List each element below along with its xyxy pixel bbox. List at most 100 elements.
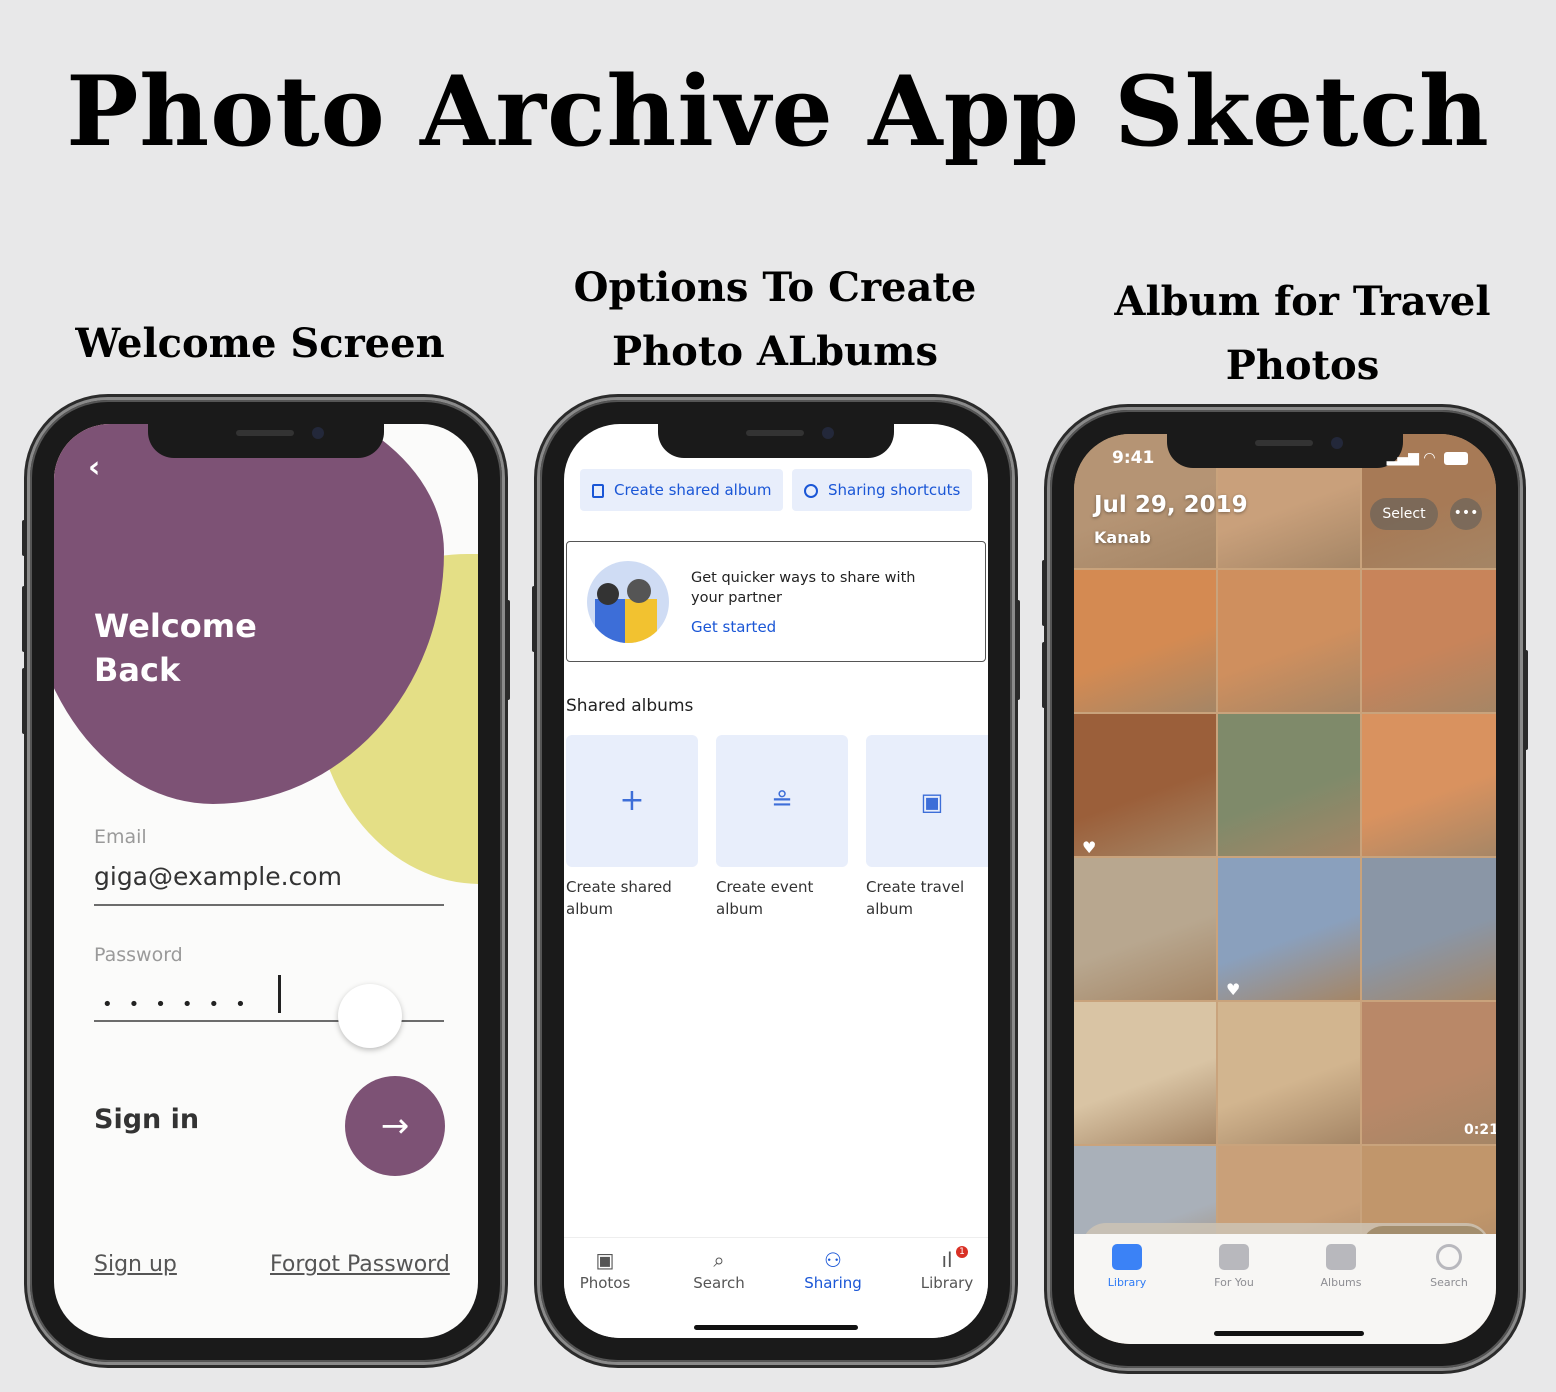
caption-options-line1: Options To Create	[573, 264, 977, 311]
status-icons: ▂▄▆ ◠	[1387, 450, 1468, 466]
search-icon	[1436, 1244, 1462, 1270]
sign-in-arrow-button[interactable]: →	[345, 1076, 445, 1176]
tile-label: Create shared album	[566, 878, 672, 918]
search-icon: ⌕	[713, 1248, 725, 1272]
photo-thumbnail[interactable]	[1074, 858, 1216, 1000]
favorite-heart-icon: ♥	[1082, 838, 1097, 857]
caption-welcome-text: Welcome Screen	[75, 320, 445, 367]
get-started-link[interactable]: Get started	[691, 618, 776, 636]
phone-sharing: Create shared album Sharing shortcuts Ge…	[532, 400, 1020, 1362]
photos-icon	[1112, 1244, 1142, 1270]
create-travel-album-tile[interactable]: ▣	[866, 735, 988, 867]
email-underline	[94, 904, 444, 906]
tab-albums[interactable]: Albums	[1296, 1244, 1386, 1289]
notch	[148, 422, 384, 458]
side-button	[506, 600, 510, 700]
notch	[658, 422, 894, 458]
photo-thumbnail[interactable]	[1218, 858, 1360, 1000]
text-caret	[278, 975, 281, 1013]
notch	[1167, 432, 1403, 468]
photo-thumbnail[interactable]	[1218, 1002, 1360, 1144]
albums-icon	[1326, 1244, 1356, 1270]
email-label: Email	[94, 826, 147, 848]
tab-library[interactable]: Library	[1082, 1244, 1172, 1289]
heart-circle-icon	[804, 483, 818, 498]
chevron-left-icon[interactable]: ‹	[88, 450, 100, 485]
album-icon	[592, 483, 604, 498]
create-shared-album-chip[interactable]: Create shared album	[580, 469, 784, 511]
favorite-heart-icon: ♥	[1226, 980, 1241, 999]
email-field[interactable]: giga@example.com	[94, 862, 342, 891]
tab-label: Library	[1107, 1276, 1147, 1289]
tile-label: Create travel album	[866, 878, 965, 918]
nav-search[interactable]: ⌕ Search	[674, 1246, 764, 1292]
chip-label: Create shared album	[614, 481, 772, 499]
page-title: Photo Archive App Sketch	[66, 55, 1490, 168]
battery-icon	[1444, 451, 1468, 465]
luggage-icon: ▣	[920, 788, 944, 816]
side-button	[1016, 600, 1020, 700]
nav-sharing[interactable]: ⚇ Sharing	[788, 1246, 878, 1292]
caption-travel: Album for Travel Photos	[1080, 270, 1525, 398]
tab-label: Albums	[1320, 1276, 1362, 1289]
tab-label: Search	[1430, 1276, 1468, 1289]
caption-options-line2: Photo ALbums	[612, 328, 938, 375]
create-event-album-tile[interactable]: ≗	[716, 735, 848, 867]
video-duration: 0:21	[1464, 1122, 1496, 1138]
create-shared-album-tile[interactable]: +	[566, 735, 698, 867]
bottom-tab-bar: Library For You Albums Search	[1074, 1234, 1496, 1344]
sign-up-link[interactable]: Sign up	[94, 1252, 177, 1277]
partner-promo-card: Get quicker ways to share with your part…	[566, 541, 986, 662]
tab-search[interactable]: Search	[1404, 1244, 1494, 1289]
side-button	[1042, 560, 1046, 626]
home-indicator	[1214, 1331, 1364, 1336]
photo-thumbnail[interactable]	[1074, 714, 1216, 856]
sharing-shortcuts-chip[interactable]: Sharing shortcuts	[792, 469, 973, 511]
photo-icon: ▣	[595, 1248, 615, 1272]
people-icon: ⚇	[824, 1248, 842, 1272]
photo-thumbnail[interactable]	[1362, 858, 1496, 1000]
caption-welcome: Welcome Screen	[60, 312, 460, 376]
password-label: Password	[94, 944, 183, 966]
nav-library[interactable]: ıl 1 Library	[902, 1246, 988, 1292]
photo-thumbnail[interactable]	[1218, 570, 1360, 712]
photo-thumbnail[interactable]	[1218, 714, 1360, 856]
caption-travel-line1: Album for Travel	[1114, 278, 1491, 325]
plus-icon: +	[619, 783, 645, 818]
library-screen: 9:41 ▂▄▆ ◠ Jul 29, 2019 Kanab Select •••…	[1074, 434, 1496, 1344]
nav-label: Search	[693, 1274, 745, 1292]
side-button	[22, 586, 26, 652]
welcome-heading: Welcome Back	[94, 607, 257, 689]
shared-albums-title: Shared albums	[566, 696, 694, 716]
more-icon[interactable]: •••	[1450, 498, 1482, 530]
nav-photos[interactable]: ▣ Photos	[564, 1246, 650, 1292]
photo-thumbnail[interactable]	[1074, 1002, 1216, 1144]
password-field[interactable]: ••••••	[102, 994, 262, 1015]
phone-library: 9:41 ▂▄▆ ◠ Jul 29, 2019 Kanab Select •••…	[1042, 410, 1528, 1368]
nav-label: Library	[920, 1274, 974, 1292]
select-button[interactable]: Select	[1370, 498, 1438, 530]
touch-indicator	[338, 984, 402, 1048]
home-indicator	[694, 1325, 858, 1330]
nav-label: Sharing	[804, 1274, 862, 1292]
photo-thumbnail[interactable]	[1362, 714, 1496, 856]
sharing-screen: Create shared album Sharing shortcuts Ge…	[564, 424, 988, 1338]
side-button	[1524, 650, 1528, 750]
chip-label: Sharing shortcuts	[828, 481, 961, 499]
sign-in-label: Sign in	[94, 1104, 200, 1135]
status-time: 9:41	[1112, 448, 1155, 468]
wifi-icon: ◠	[1423, 450, 1436, 466]
signal-icon: ▂▄▆	[1386, 450, 1419, 466]
caption-travel-line2: Photos	[1225, 342, 1380, 389]
tile-label: Create event album	[716, 878, 814, 918]
photo-thumbnail[interactable]	[1362, 570, 1496, 712]
forgot-password-link[interactable]: Forgot Password	[270, 1252, 450, 1277]
caption-options: Options To Create Photo ALbums	[560, 256, 990, 384]
nav-label: Photos	[579, 1274, 631, 1292]
tab-label: For You	[1214, 1276, 1254, 1289]
tab-for-you[interactable]: For You	[1189, 1244, 1279, 1289]
side-button	[22, 668, 26, 734]
bottom-nav: ▣ Photos ⌕ Search ⚇ Sharing ıl 1 Library	[564, 1237, 988, 1338]
photo-thumbnail[interactable]	[1074, 570, 1216, 712]
photo-location: Kanab	[1094, 528, 1151, 547]
